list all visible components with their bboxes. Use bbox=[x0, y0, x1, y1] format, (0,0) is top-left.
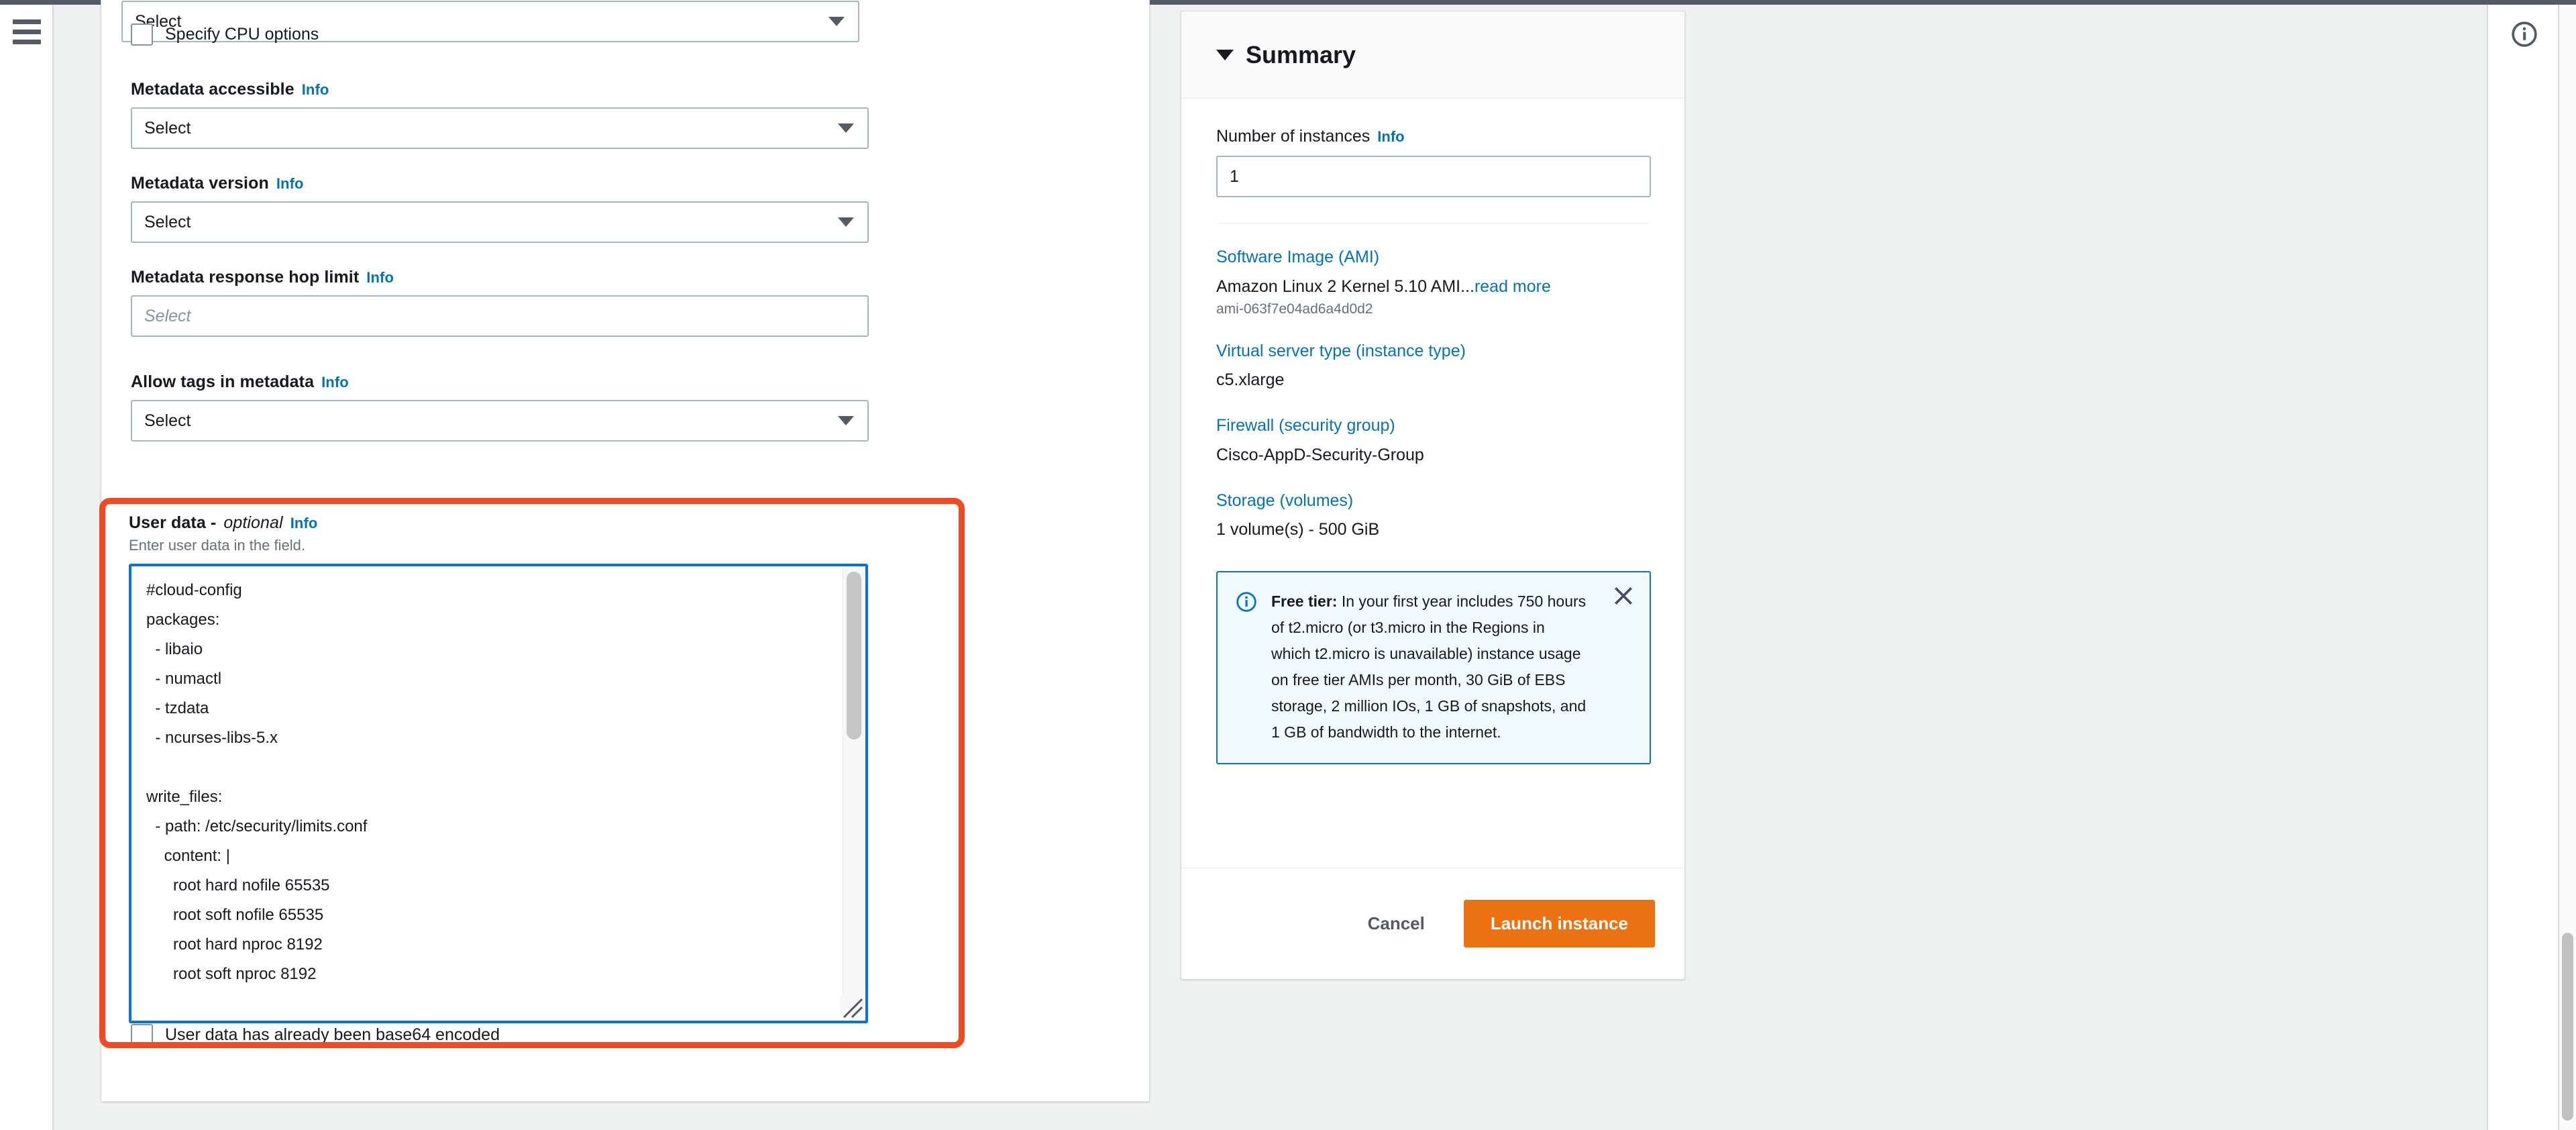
free-tier-title: Free tier: bbox=[1271, 593, 1338, 610]
metadata-accessible-label-text: Metadata accessible bbox=[131, 80, 294, 99]
base64-encoded-label: User data has already been base64 encode… bbox=[165, 1025, 500, 1044]
number-of-instances-input[interactable]: 1 bbox=[1216, 156, 1651, 197]
hamburger-icon[interactable] bbox=[13, 19, 41, 44]
summary-section-ami: Software Image (AMI) Amazon Linux 2 Kern… bbox=[1216, 246, 1650, 317]
nav-gutter bbox=[55, 5, 101, 1130]
summary-section-instance-type: Virtual server type (instance type) c5.x… bbox=[1216, 340, 1650, 393]
user-data-resize-handle[interactable] bbox=[840, 995, 864, 1019]
hop-limit-placeholder: Select bbox=[144, 306, 191, 325]
summary-section-firewall: Firewall (security group) Cisco-AppD-Sec… bbox=[1216, 415, 1650, 467]
user-data-description: Enter user data in the field. bbox=[129, 537, 305, 554]
metadata-accessible-value: Select bbox=[144, 118, 191, 138]
summary-value-instance-type: c5.xlarge bbox=[1216, 370, 1285, 390]
user-data-optional-text: optional bbox=[223, 513, 283, 532]
metadata-version-dropdown[interactable]: Select bbox=[131, 201, 869, 243]
number-of-instances-value: 1 bbox=[1230, 166, 1239, 186]
user-data-label-text: User data - bbox=[129, 513, 217, 532]
left-nav-rail bbox=[0, 5, 54, 1130]
summary-link-firewall[interactable]: Firewall (security group) bbox=[1216, 415, 1650, 438]
hop-limit-label-text: Metadata response hop limit bbox=[131, 268, 360, 287]
number-of-instances-info-link[interactable]: Info bbox=[1377, 128, 1404, 146]
read-more-link[interactable]: read more bbox=[1474, 277, 1551, 296]
allow-tags-dropdown[interactable]: Select bbox=[131, 400, 869, 442]
info-circle-icon bbox=[1235, 590, 1258, 746]
page-scrollbar-thumb[interactable] bbox=[2562, 933, 2573, 1121]
number-of-instances-label: Number of instances Info bbox=[1216, 127, 1650, 146]
chevron-down-icon[interactable] bbox=[1216, 49, 1234, 60]
chevron-down-icon bbox=[828, 17, 845, 26]
allow-tags-label-text: Allow tags in metadata bbox=[131, 372, 315, 391]
free-tier-alert: Free tier: In your first year includes 7… bbox=[1216, 571, 1651, 764]
page-root: Select Specify CPU options Metadata acce… bbox=[0, 0, 2576, 1130]
hop-limit-input[interactable]: Select bbox=[131, 295, 869, 337]
summary-section-storage: Storage (volumes) 1 volume(s) - 500 GiB bbox=[1216, 490, 1650, 542]
hop-limit-label: Metadata response hop limit Info bbox=[131, 268, 869, 287]
summary-value-firewall: Cisco-AppD-Security-Group bbox=[1216, 445, 1424, 464]
summary-ami-id: ami-063f7e04ad6a4d0d2 bbox=[1216, 301, 1373, 317]
specify-cpu-options-checkbox[interactable] bbox=[131, 23, 153, 46]
summary-footer: Cancel Launch instance bbox=[1181, 868, 1684, 979]
metadata-accessible-dropdown[interactable]: Select bbox=[131, 107, 869, 149]
field-hop-limit: Metadata response hop limit Info Select bbox=[131, 268, 869, 337]
user-data-textarea-content[interactable]: #cloud-config packages: - libaio - numac… bbox=[131, 566, 829, 1021]
summary-body: Number of instances Info 1 Software Imag… bbox=[1181, 99, 1684, 764]
number-of-instances-label-text: Number of instances bbox=[1216, 127, 1371, 146]
field-metadata-version: Metadata version Info Select bbox=[131, 174, 869, 243]
field-allow-tags: Allow tags in metadata Info Select bbox=[131, 372, 869, 442]
summary-value-storage: 1 volume(s) - 500 GiB bbox=[1216, 520, 1380, 540]
summary-header: Summary bbox=[1181, 11, 1684, 99]
info-circle-icon[interactable] bbox=[2510, 19, 2539, 52]
metadata-version-info-link[interactable]: Info bbox=[276, 175, 304, 193]
cancel-button[interactable]: Cancel bbox=[1358, 907, 1434, 941]
summary-value-ami-text: Amazon Linux 2 Kernel 5.10 AMI... bbox=[1216, 276, 1474, 296]
launch-instance-button[interactable]: Launch instance bbox=[1463, 900, 1655, 947]
user-data-field-header: User data - optional Info Enter user dat… bbox=[129, 513, 873, 554]
free-tier-body: In your first year includes 750 hours of… bbox=[1271, 593, 1587, 741]
specify-cpu-options-row[interactable]: Specify CPU options bbox=[131, 23, 319, 46]
summary-link-ami[interactable]: Software Image (AMI) bbox=[1216, 246, 1650, 269]
field-metadata-accessible: Metadata accessible Info Select bbox=[131, 80, 869, 149]
summary-panel: Summary Number of instances Info 1 Softw… bbox=[1181, 11, 1685, 980]
base64-encoded-row[interactable]: User data has already been base64 encode… bbox=[131, 1024, 500, 1046]
specify-cpu-options-label: Specify CPU options bbox=[165, 25, 319, 44]
metadata-accessible-info-link[interactable]: Info bbox=[302, 81, 329, 99]
close-icon[interactable] bbox=[1612, 584, 1635, 611]
chevron-down-icon bbox=[838, 217, 854, 227]
hop-limit-info-link[interactable]: Info bbox=[366, 269, 394, 287]
summary-link-instance-type[interactable]: Virtual server type (instance type) bbox=[1216, 340, 1650, 363]
user-data-info-link[interactable]: Info bbox=[290, 515, 318, 532]
base64-encoded-checkbox[interactable] bbox=[131, 1024, 153, 1046]
metadata-accessible-label: Metadata accessible Info bbox=[131, 80, 869, 99]
chevron-down-icon bbox=[838, 416, 854, 425]
free-tier-text: Free tier: In your first year includes 7… bbox=[1271, 588, 1587, 746]
summary-value-ami: Amazon Linux 2 Kernel 5.10 AMI...read mo… bbox=[1216, 276, 1650, 299]
allow-tags-info-link[interactable]: Info bbox=[321, 374, 349, 391]
metadata-version-label: Metadata version Info bbox=[131, 174, 869, 193]
summary-title: Summary bbox=[1246, 40, 1356, 68]
metadata-version-value: Select bbox=[144, 212, 191, 232]
chevron-down-icon bbox=[838, 123, 854, 133]
user-data-scrollbar-thumb[interactable] bbox=[847, 572, 861, 739]
user-data-label: User data - optional Info bbox=[129, 513, 873, 533]
allow-tags-label: Allow tags in metadata Info bbox=[131, 372, 869, 392]
metadata-version-label-text: Metadata version bbox=[131, 174, 269, 193]
summary-link-storage[interactable]: Storage (volumes) bbox=[1216, 490, 1650, 513]
allow-tags-value: Select bbox=[144, 411, 191, 430]
user-data-textarea[interactable]: #cloud-config packages: - libaio - numac… bbox=[129, 564, 868, 1023]
right-info-rail bbox=[2487, 5, 2559, 1130]
